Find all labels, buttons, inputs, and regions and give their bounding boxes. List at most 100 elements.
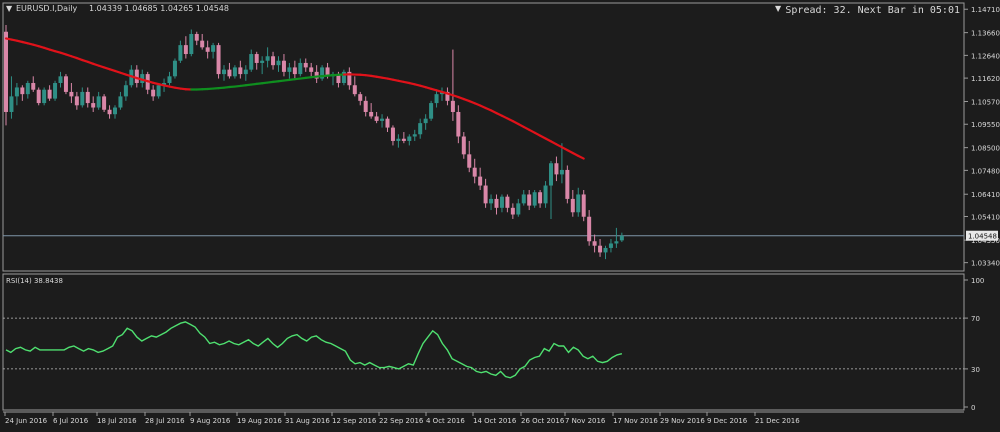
candle-body [42, 90, 46, 103]
time-tick-label: 24 Jun 2016 [5, 417, 48, 425]
candle-body [544, 186, 548, 204]
candle-body [418, 123, 422, 134]
time-tick-label: 19 Aug 2016 [237, 417, 282, 425]
candle-body [102, 96, 106, 109]
time-tick-label: 28 Jul 2016 [145, 417, 185, 425]
candle-body [75, 96, 79, 105]
rsi-tick-label: 100 [971, 277, 984, 285]
candle-body [53, 83, 57, 99]
candle-body [364, 101, 368, 112]
candle-body [614, 241, 618, 243]
rsi-tick-label: 30 [971, 366, 980, 374]
candle-body [217, 45, 221, 74]
current-price-label: 1.04548 [968, 233, 997, 241]
candle-body [282, 61, 286, 72]
price-tick-label: 1.07480 [971, 167, 1000, 175]
symbol-label: EURUSD.I,Daily [16, 4, 78, 13]
candle-body [489, 199, 493, 203]
candle-body [560, 170, 564, 174]
rsi-tick-label: 0 [971, 404, 975, 412]
time-tick-label: 9 Aug 2016 [190, 417, 231, 425]
candle-body [69, 92, 73, 96]
candle-body [391, 128, 395, 141]
candle-body [309, 67, 313, 71]
candle-body [200, 41, 204, 48]
time-tick-label: 18 Jul 2016 [97, 417, 137, 425]
candle-body [495, 199, 499, 208]
time-tick-label: 7 Nov 2016 [565, 417, 606, 425]
candle-body [293, 67, 297, 74]
rsi-tick-label: 70 [971, 315, 980, 323]
candle-body [353, 85, 357, 94]
candle-body [277, 61, 281, 65]
candle-body [435, 94, 439, 103]
candle-body [157, 85, 161, 96]
candle-body [97, 96, 101, 107]
candle-body [233, 67, 237, 76]
info-dropdown-icon[interactable]: ▼ [775, 4, 782, 13]
rsi-title: RSI(14) 38.8438 [6, 277, 63, 285]
time-tick-label: 29 Nov 2016 [660, 417, 705, 425]
candle-body [222, 70, 226, 74]
candle-body [516, 203, 520, 214]
candle-body [255, 54, 259, 63]
candle-body [505, 197, 509, 208]
chart-background [0, 0, 1000, 428]
chart-canvas: 1.147101.136601.126401.116201.105701.095… [0, 0, 1000, 428]
candle-body [369, 112, 373, 116]
candle-body [260, 61, 264, 63]
price-tick-label: 1.14710 [971, 6, 1000, 14]
candle-body [238, 67, 242, 74]
price-tick-label: 1.06410 [971, 191, 1000, 199]
candle-body [108, 110, 112, 114]
candle-body [620, 236, 624, 241]
candle-body [151, 90, 155, 97]
candle-body [593, 241, 597, 245]
candle-body [26, 83, 30, 94]
candle-body [20, 87, 24, 94]
trading-chart: 1.147101.136601.126401.116201.105701.095… [0, 0, 1000, 428]
candle-body [37, 90, 41, 103]
candle-body [429, 103, 433, 119]
candle-body [576, 194, 580, 212]
candle-body [168, 76, 172, 83]
candle-body [287, 67, 291, 71]
time-tick-label: 6 Jul 2016 [53, 417, 89, 425]
price-tick-label: 1.10570 [971, 99, 1000, 107]
candle-body [184, 45, 188, 54]
candle-body [462, 137, 466, 155]
candle-body [598, 246, 602, 253]
candle-body [298, 63, 302, 74]
candle-body [527, 194, 531, 205]
time-tick-label: 9 Dec 2016 [707, 417, 748, 425]
price-tick-label: 1.03340 [971, 260, 1000, 268]
candle-body [118, 96, 122, 107]
candle-body [413, 134, 417, 136]
candle-body [582, 194, 586, 216]
candle-body [467, 154, 471, 167]
candle-body [424, 119, 428, 123]
candle-body [386, 119, 390, 128]
time-tick-label: 4 Oct 2016 [426, 417, 465, 425]
price-tick-label: 1.09550 [971, 121, 1000, 129]
candle-body [375, 116, 379, 120]
candle-body [80, 92, 84, 105]
candle-body [64, 76, 68, 92]
symbol-dropdown-icon[interactable]: ▼ [6, 4, 13, 13]
candle-body [271, 56, 275, 65]
candle-body [478, 177, 482, 186]
candle-body [565, 170, 569, 199]
candle-body [533, 192, 537, 205]
price-tick-label: 1.05410 [971, 214, 1000, 222]
time-tick-label: 14 Oct 2016 [473, 417, 517, 425]
time-tick-label: 22 Sep 2016 [379, 417, 424, 425]
candle-body [396, 139, 400, 141]
candle-body [380, 119, 384, 121]
price-tick-label: 1.13660 [971, 30, 1000, 38]
candle-body [549, 163, 553, 185]
candle-body [211, 45, 215, 52]
candle-body [538, 192, 542, 203]
candle-body [500, 197, 504, 208]
candle-body [249, 54, 253, 70]
candle-body [15, 87, 19, 96]
